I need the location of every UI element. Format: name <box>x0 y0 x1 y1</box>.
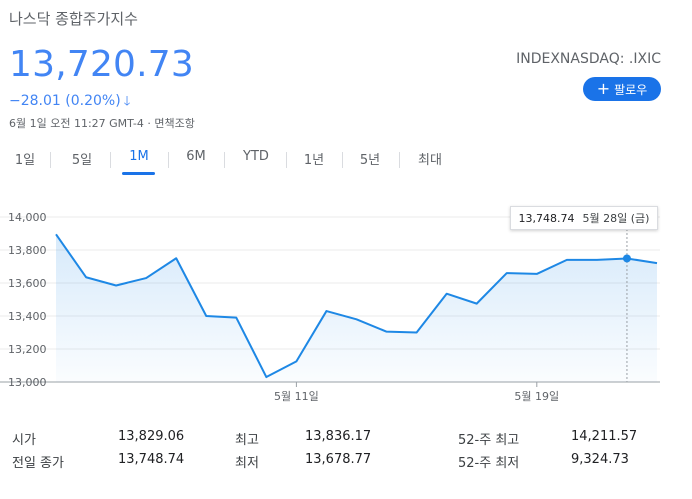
stat-open-label: 시가 <box>12 433 36 448</box>
stat-52w-low-label: 52-주 최저 <box>458 456 520 471</box>
stat-52w-high-label: 52-주 최고 <box>458 433 520 448</box>
stat-prev-close-label: 전일 종가 <box>12 456 64 471</box>
highlighted-data-point <box>622 254 631 263</box>
y-tick-label: 13,000 <box>8 376 47 389</box>
stat-low-value: 13,678.77 <box>305 452 372 467</box>
y-tick-label: 13,200 <box>8 343 47 356</box>
x-tick-label: 5월 11일 <box>274 389 319 403</box>
tooltip-date: 5월 28일 (금) <box>582 212 650 225</box>
chart-tooltip: 13,748.74 5월 28일 (금) <box>510 206 658 230</box>
tooltip-value: 13,748.74 <box>518 211 575 225</box>
stat-high-value: 13,836.17 <box>305 429 372 444</box>
chart-area-fill <box>56 234 657 382</box>
y-tick-label: 13,800 <box>8 244 47 257</box>
y-tick-label: 13,600 <box>8 277 47 290</box>
stat-open-value: 13,829.06 <box>118 429 185 444</box>
stat-high-label: 최고 <box>235 433 259 448</box>
y-tick-label: 13,400 <box>8 310 47 323</box>
y-tick-label: 14,000 <box>8 211 47 224</box>
stat-prev-close-value: 13,748.74 <box>118 452 185 467</box>
stat-low-label: 최저 <box>235 456 259 471</box>
stat-52w-low-value: 9,324.73 <box>571 452 629 467</box>
x-tick-label: 5월 19일 <box>514 389 559 403</box>
stat-52w-high-value: 14,211.57 <box>571 429 638 444</box>
